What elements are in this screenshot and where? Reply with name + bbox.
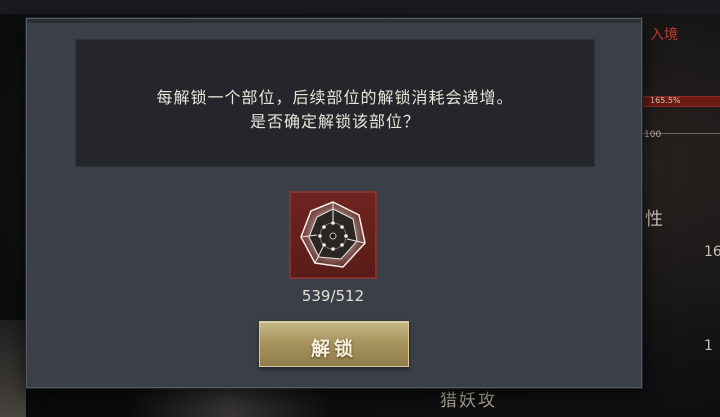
background-realm-label: 入境 (650, 27, 678, 43)
message-line-1: 每解锁一个部位，后续部位的解锁消耗会递增。 (156, 88, 514, 107)
background-top-bar (0, 0, 720, 14)
background-bottom-label: 猎妖攻 (440, 391, 497, 411)
background-stat-value-2: 1 (704, 338, 713, 354)
unlock-button[interactable]: 解锁 (259, 321, 409, 367)
background-progress-text: 165.5% (650, 96, 681, 105)
dialog-header-strip (27, 19, 641, 23)
message-panel: 每解锁一个部位，后续部位的解锁消耗会递增。 是否确定解锁该部位？ (75, 39, 595, 167)
message-line-2: 是否确定解锁该部位？ (249, 112, 420, 131)
background-small-number: 100 (644, 130, 662, 140)
background-attribute-label: 性 (645, 209, 663, 230)
game-screen: 入境 165.5% 100 性 16 1 猎妖攻 每解锁一个部位，后续部位的解锁… (0, 0, 720, 417)
item-slot[interactable] (289, 191, 377, 279)
background-decoration (130, 386, 330, 417)
background-left-decoration (0, 320, 26, 417)
unlock-confirm-dialog: 每解锁一个部位，后续部位的解锁消耗会递增。 是否确定解锁该部位？ 539/512… (26, 18, 642, 388)
crystal-gem-icon (300, 201, 366, 268)
background-stat-value: 16 (704, 244, 720, 260)
item-count: 539/512 (301, 287, 365, 305)
unlock-button-label: 解锁 (310, 338, 357, 360)
